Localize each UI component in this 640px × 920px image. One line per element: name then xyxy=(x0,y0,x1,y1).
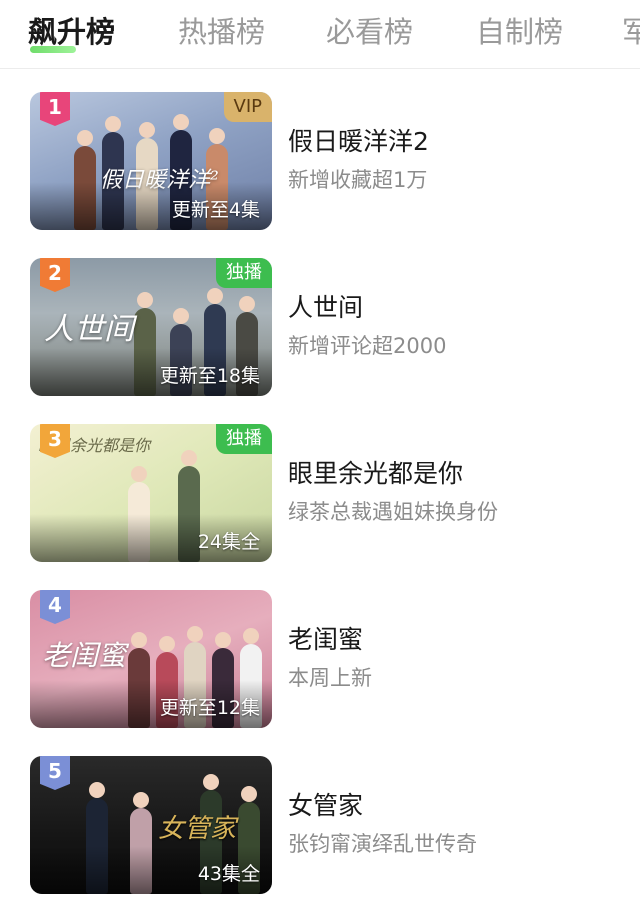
drama-title[interactable]: 眼里余光都是你 xyxy=(288,454,463,490)
drama-title[interactable]: 女管家 xyxy=(288,786,363,822)
drama-title[interactable]: 老闺蜜 xyxy=(288,620,363,656)
list-item[interactable]: 女管家 5 43集全 女管家 张钧甯演绎乱世传奇 xyxy=(0,756,640,894)
tab-original[interactable]: 自制榜 xyxy=(476,10,563,54)
exclusive-badge: 独播 xyxy=(216,424,272,454)
poster-image[interactable]: 老闺蜜 4 更新至12集 xyxy=(30,590,272,728)
exclusive-badge: 独播 xyxy=(216,258,272,288)
poster-image[interactable]: 假日暖洋洋² 1 VIP 更新至4集 xyxy=(30,92,272,230)
rank-badge: 4 xyxy=(40,590,70,624)
episode-status: 更新至4集 xyxy=(171,199,260,221)
drama-description: 绿茶总裁遇姐妹换身份 xyxy=(288,500,498,524)
list-item[interactable]: 假日暖洋洋² 1 VIP 更新至4集 假日暖洋洋2 新增收藏超1万 xyxy=(0,92,640,230)
list-item[interactable]: 老闺蜜 4 更新至12集 老闺蜜 本周上新 xyxy=(0,590,640,728)
list-item[interactable]: 眼里余光都是你 3 独播 24集全 眼里余光都是你 绿茶总裁遇姐妹换身份 xyxy=(0,424,640,562)
episode-status: 43集全 xyxy=(197,863,260,885)
list-item[interactable]: 人世间 2 独播 更新至18集 人世间 新增评论超2000 xyxy=(0,258,640,396)
poster-image[interactable]: 人世间 2 独播 更新至18集 xyxy=(30,258,272,396)
ranking-tab-bar: 飙升榜 热播榜 必看榜 自制榜 军 xyxy=(0,0,640,69)
poster-title-art: 女管家 xyxy=(158,814,237,844)
poster-image[interactable]: 女管家 5 43集全 xyxy=(30,756,272,894)
tab-military[interactable]: 军 xyxy=(622,10,640,54)
poster-image[interactable]: 眼里余光都是你 3 独播 24集全 xyxy=(30,424,272,562)
active-tab-indicator xyxy=(30,46,76,53)
tab-hot[interactable]: 热播榜 xyxy=(178,10,265,54)
drama-title[interactable]: 假日暖洋洋2 xyxy=(288,122,429,158)
episode-status: 更新至12集 xyxy=(159,697,260,719)
tab-must-watch[interactable]: 必看榜 xyxy=(326,10,413,54)
poster-title-art: 老闺蜜 xyxy=(42,639,127,672)
drama-title[interactable]: 人世间 xyxy=(288,288,363,324)
rank-badge: 2 xyxy=(40,258,70,292)
episode-status: 24集全 xyxy=(197,531,260,553)
rank-badge: 1 xyxy=(40,92,70,126)
episode-status: 更新至18集 xyxy=(159,365,260,387)
drama-description: 新增评论超2000 xyxy=(288,334,447,358)
drama-description: 新增收藏超1万 xyxy=(288,168,428,192)
drama-description: 本周上新 xyxy=(288,666,372,690)
drama-description: 张钧甯演绎乱世传奇 xyxy=(288,832,477,856)
poster-title-art: 人世间 xyxy=(44,312,134,347)
rank-badge: 5 xyxy=(40,756,70,790)
vip-badge: VIP xyxy=(223,92,272,122)
rank-badge: 3 xyxy=(40,424,70,458)
